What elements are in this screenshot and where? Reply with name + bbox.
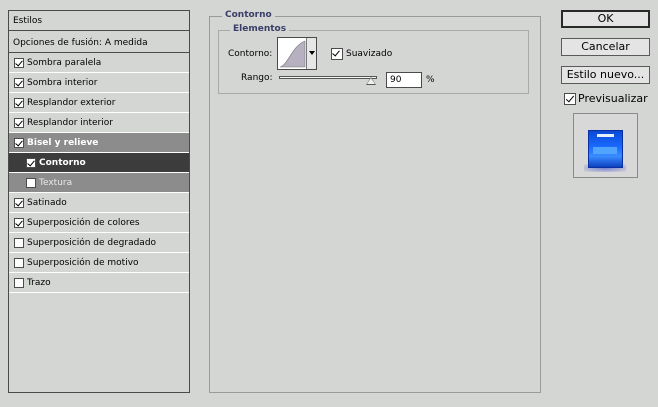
style-item-label: Resplandor exterior <box>27 97 116 108</box>
color-overlay-checkbox[interactable] <box>14 217 24 228</box>
style-item-label: Superposición de degradado <box>27 237 157 248</box>
style-item-label: Sombra interior <box>27 77 98 88</box>
preview-inner-glow <box>593 147 617 154</box>
satin-checkbox[interactable] <box>14 197 24 208</box>
style-item-label: Textura <box>39 177 73 188</box>
style-item-pattern-overlay[interactable]: Superposición de motivo <box>9 253 189 273</box>
stroke-checkbox[interactable] <box>14 277 24 288</box>
gradient-overlay-checkbox[interactable] <box>14 237 24 248</box>
range-slider-thumb[interactable] <box>366 77 376 85</box>
style-item-inner-glow[interactable]: Resplandor interior <box>9 113 189 133</box>
smooth-checkbox[interactable] <box>331 48 343 60</box>
style-item-texture[interactable]: Textura <box>9 173 189 193</box>
preview-checkbox[interactable] <box>564 92 576 105</box>
style-item-label: Contorno <box>39 157 86 168</box>
range-slider[interactable] <box>279 76 377 79</box>
inner-shadow-checkbox[interactable] <box>14 77 24 88</box>
elements-group-title: Elementos <box>230 24 290 34</box>
ok-button[interactable]: OK <box>561 10 650 28</box>
preview-highlight <box>597 134 614 137</box>
style-item-label: Resplandor interior <box>27 117 113 128</box>
chevron-down-icon[interactable] <box>306 38 316 69</box>
style-item-bevel-emboss[interactable]: Bisel y relieve <box>9 133 189 153</box>
preview-option[interactable]: Previsualizar <box>564 92 648 105</box>
contour-group-title: Contorno <box>222 10 275 20</box>
contour-picker[interactable] <box>277 37 317 70</box>
style-item-contour[interactable]: Contorno <box>9 153 189 173</box>
contour-label: Contorno: <box>228 49 273 59</box>
styles-panel: Estilos Opciones de fusión: A medida Som… <box>8 10 190 393</box>
bevel-emboss-checkbox[interactable] <box>14 137 24 148</box>
style-item-gradient-overlay[interactable]: Superposición de degradado <box>9 233 189 253</box>
style-item-drop-shadow[interactable]: Sombra paralela <box>9 53 189 73</box>
cancel-button[interactable]: Cancelar <box>561 38 650 56</box>
preview-swatch <box>588 130 623 168</box>
style-item-outer-glow[interactable]: Resplandor exterior <box>9 93 189 113</box>
range-unit: % <box>426 75 435 85</box>
style-item-label: Sombra paralela <box>27 57 102 68</box>
style-item-label: Trazo <box>27 277 51 288</box>
style-item-color-overlay[interactable]: Superposición de colores <box>9 213 189 233</box>
style-item-inner-shadow[interactable]: Sombra interior <box>9 73 189 93</box>
styles-header-label: Estilos <box>13 15 43 26</box>
pattern-overlay-checkbox[interactable] <box>14 257 24 268</box>
inner-glow-checkbox[interactable] <box>14 117 24 128</box>
drop-shadow-checkbox[interactable] <box>14 57 24 68</box>
range-input[interactable]: 90 <box>386 72 422 88</box>
preview-label: Previsualizar <box>578 92 648 105</box>
blend-options-label: Opciones de fusión: A medida <box>13 37 148 48</box>
style-item-stroke[interactable]: Trazo <box>9 273 189 293</box>
style-item-label: Satinado <box>27 197 67 208</box>
smooth-option[interactable]: Suavizado <box>331 48 392 60</box>
style-item-label: Superposición de colores <box>27 217 140 228</box>
style-item-label: Superposición de motivo <box>27 257 139 268</box>
contour-checkbox[interactable] <box>26 157 36 168</box>
new-style-button[interactable]: Estilo nuevo... <box>561 66 650 84</box>
smooth-label: Suavizado <box>346 49 393 59</box>
style-item-label: Bisel y relieve <box>27 137 99 148</box>
blend-options-item[interactable]: Opciones de fusión: A medida <box>9 33 189 53</box>
style-item-satin[interactable]: Satinado <box>9 193 189 213</box>
styles-header[interactable]: Estilos <box>9 11 189 31</box>
outer-glow-checkbox[interactable] <box>14 97 24 108</box>
contour-curve-icon <box>279 40 306 68</box>
style-preview <box>573 113 638 178</box>
texture-checkbox[interactable] <box>26 177 36 188</box>
range-label: Rango: <box>241 73 273 83</box>
